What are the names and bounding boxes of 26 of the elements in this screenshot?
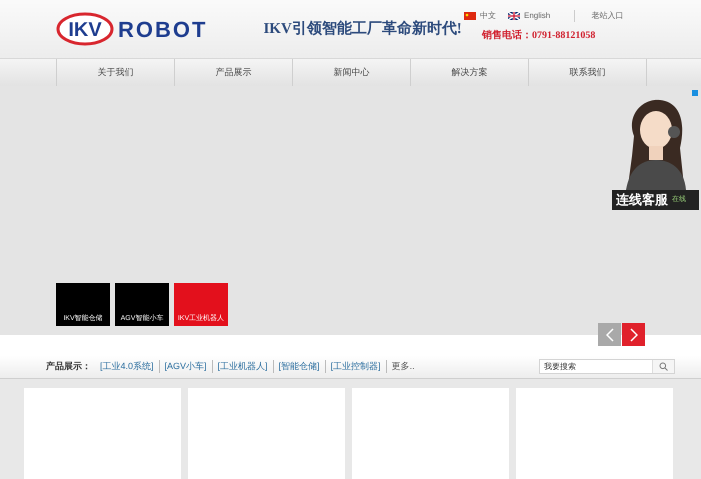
search-icon [659, 362, 668, 371]
language-link[interactable]: 中文 [464, 10, 496, 22]
category-link[interactable]: [工业4.0系统] [95, 360, 160, 374]
category-link[interactable]: [工业机器人] [212, 360, 274, 374]
close-icon[interactable] [692, 90, 698, 96]
search-field[interactable]: 我要搜索 [539, 359, 675, 374]
flag-icon [508, 12, 520, 20]
support-title: 连线客服 [616, 191, 668, 210]
category-link[interactable]: [智能仓储] [274, 360, 326, 374]
more-link[interactable]: 更多.. [386, 360, 420, 374]
chevron-right-icon [630, 328, 638, 342]
category-link[interactable]: [工业控制器] [326, 360, 387, 374]
logo-icon: IKV [56, 12, 114, 46]
hotline-text: 销售电话：0791-88121058 [482, 28, 596, 43]
tagline: IKV引领智能工厂革命新时代! [263, 19, 462, 39]
previous-button[interactable] [598, 323, 621, 346]
category-link[interactable]: [AGV小车] [160, 360, 213, 374]
flag-icon [464, 12, 476, 20]
logo-text: ROBOT [118, 16, 208, 44]
chevron-left-icon [606, 328, 614, 342]
search-button[interactable] [652, 360, 674, 373]
search-input[interactable]: 我要搜索 [540, 360, 652, 373]
section-label: 产品展示： [46, 360, 91, 373]
old-site-link[interactable]: 老站入口 [574, 10, 624, 22]
language-link[interactable]: English [508, 10, 550, 22]
next-button[interactable] [622, 323, 645, 346]
